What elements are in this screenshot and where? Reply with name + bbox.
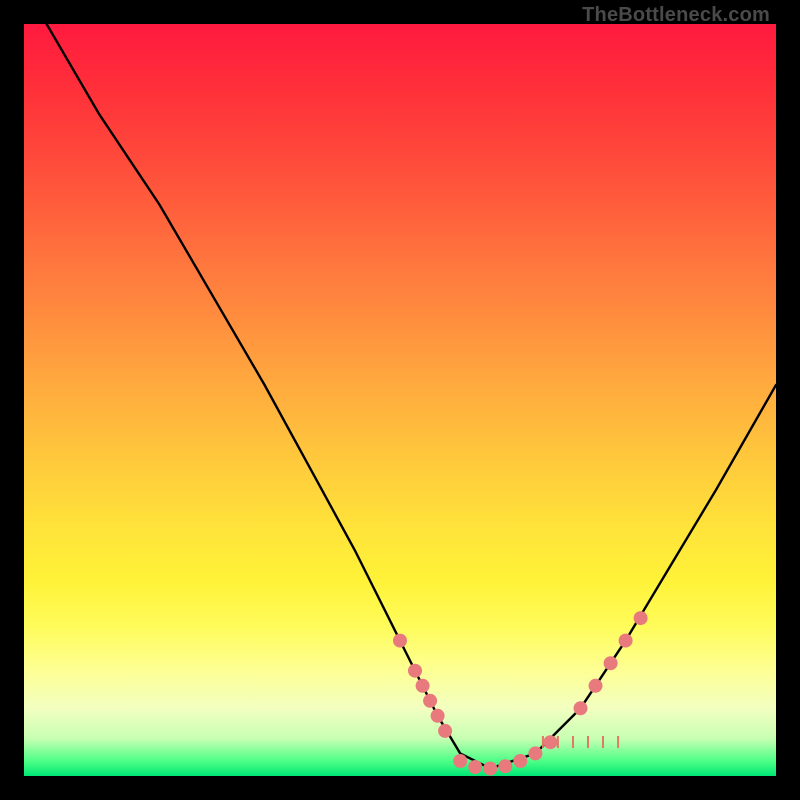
marker-dot <box>498 759 512 773</box>
marker-dot <box>438 724 452 738</box>
marker-dot <box>423 694 437 708</box>
curve-svg <box>24 24 776 776</box>
marker-dot <box>634 611 648 625</box>
marker-dot <box>416 679 430 693</box>
marker-dot <box>589 679 603 693</box>
bottleneck-curve <box>47 24 776 769</box>
marker-dot <box>483 762 497 776</box>
marker-dot <box>431 709 445 723</box>
marker-cluster-right <box>574 611 648 715</box>
marker-dot <box>408 664 422 678</box>
marker-dot <box>528 746 542 760</box>
marker-dot <box>619 634 633 648</box>
marker-dot <box>513 754 527 768</box>
chart-frame: TheBottleneck.com <box>0 0 800 800</box>
marker-dot <box>543 735 557 749</box>
plot-area <box>24 24 776 776</box>
marker-dot <box>468 760 482 774</box>
marker-dot <box>453 754 467 768</box>
marker-dot <box>393 634 407 648</box>
marker-dot <box>574 701 588 715</box>
marker-dot <box>604 656 618 670</box>
watermark-text: TheBottleneck.com <box>582 4 770 27</box>
marker-cluster-bottom <box>453 735 557 775</box>
marker-cluster-left <box>393 634 452 738</box>
